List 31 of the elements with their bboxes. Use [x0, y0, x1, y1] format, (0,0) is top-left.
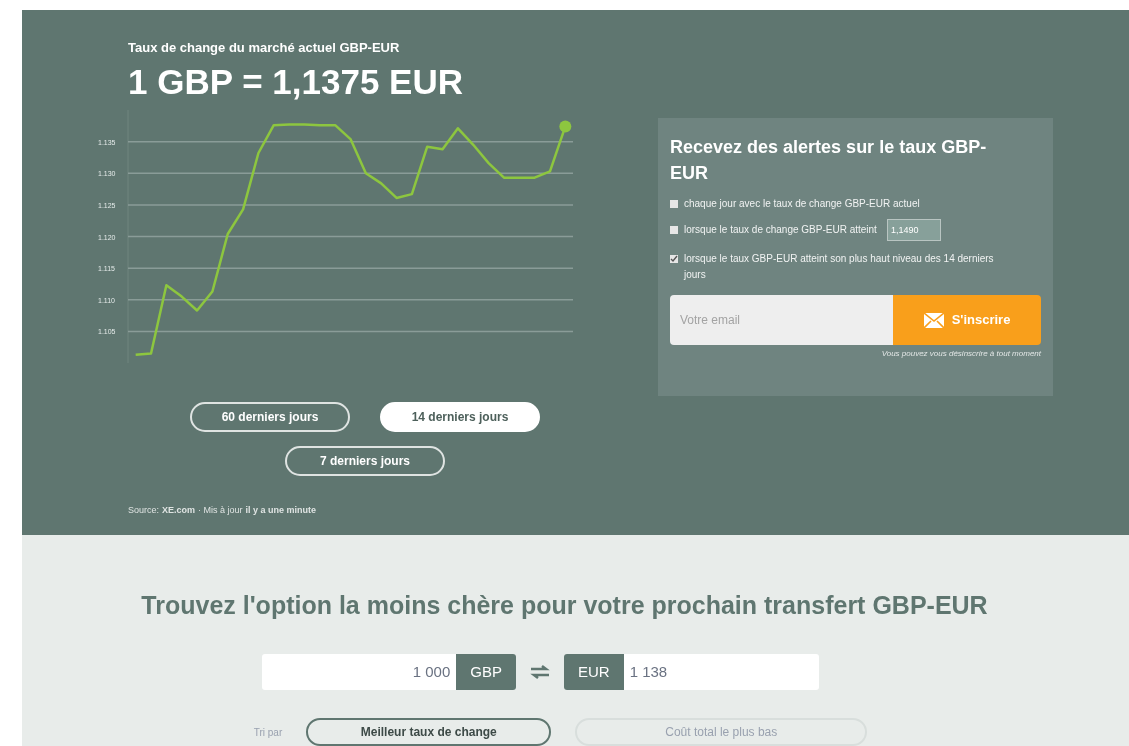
range-button[interactable]: 60 derniers jours [190, 401, 350, 432]
latest-point-marker [559, 119, 572, 132]
alert-option-label: lorsque le taux de change GBP-EUR atteint [684, 223, 877, 237]
checkbox[interactable] [670, 226, 678, 234]
swap-icon[interactable] [530, 665, 550, 679]
checkbox[interactable] [670, 255, 678, 263]
unsubscribe-note: Vous pouvez vous désinscrire à tout moment [880, 348, 1041, 360]
exchange-rate: 1 GBP = 1,1375 EUR [128, 61, 464, 102]
source-label: Source: [128, 504, 160, 515]
currency-label[interactable]: EUR [564, 654, 624, 690]
send-amount: 1 000 [411, 662, 452, 682]
alert-option-label: chaque jour avec le taux de change GBP-EUR actuel [684, 197, 920, 211]
range-button[interactable]: 7 derniers jours [285, 445, 445, 476]
alerts-title: Recevez des alertes sur le taux GBP-EUR [670, 136, 988, 185]
email-field[interactable]: Votre email [670, 295, 893, 345]
receive-amount: 1 138 [628, 662, 669, 682]
checkbox[interactable] [670, 200, 678, 208]
sort-option[interactable]: Meilleur taux de change [306, 718, 552, 746]
threshold-field[interactable]: 1,1490 [886, 219, 941, 241]
currency-label[interactable]: GBP [456, 654, 516, 690]
send-amount-field[interactable]: 1 000 GBP [262, 654, 516, 690]
update-time: il y a une minute [245, 504, 317, 515]
sort-label: Tri par [253, 725, 283, 740]
source-link[interactable]: XE.com [162, 504, 196, 515]
compare-title: Trouvez l'option la moins chère pour votre prochain transfert GBP-EUR [141, 589, 988, 621]
range-button[interactable]: 14 derniers jours [380, 401, 540, 432]
update-label: · Mis à jour [198, 504, 243, 515]
chart-title: Taux de change du marché actuel GBP-EUR [128, 39, 401, 57]
envelope-icon [923, 312, 944, 328]
receive-amount-field[interactable]: EUR 1 138 [564, 654, 819, 690]
alert-option-label: lorsque le taux GBP-EUR atteint son plus haut niveau des 14 derniers jours [684, 252, 995, 282]
